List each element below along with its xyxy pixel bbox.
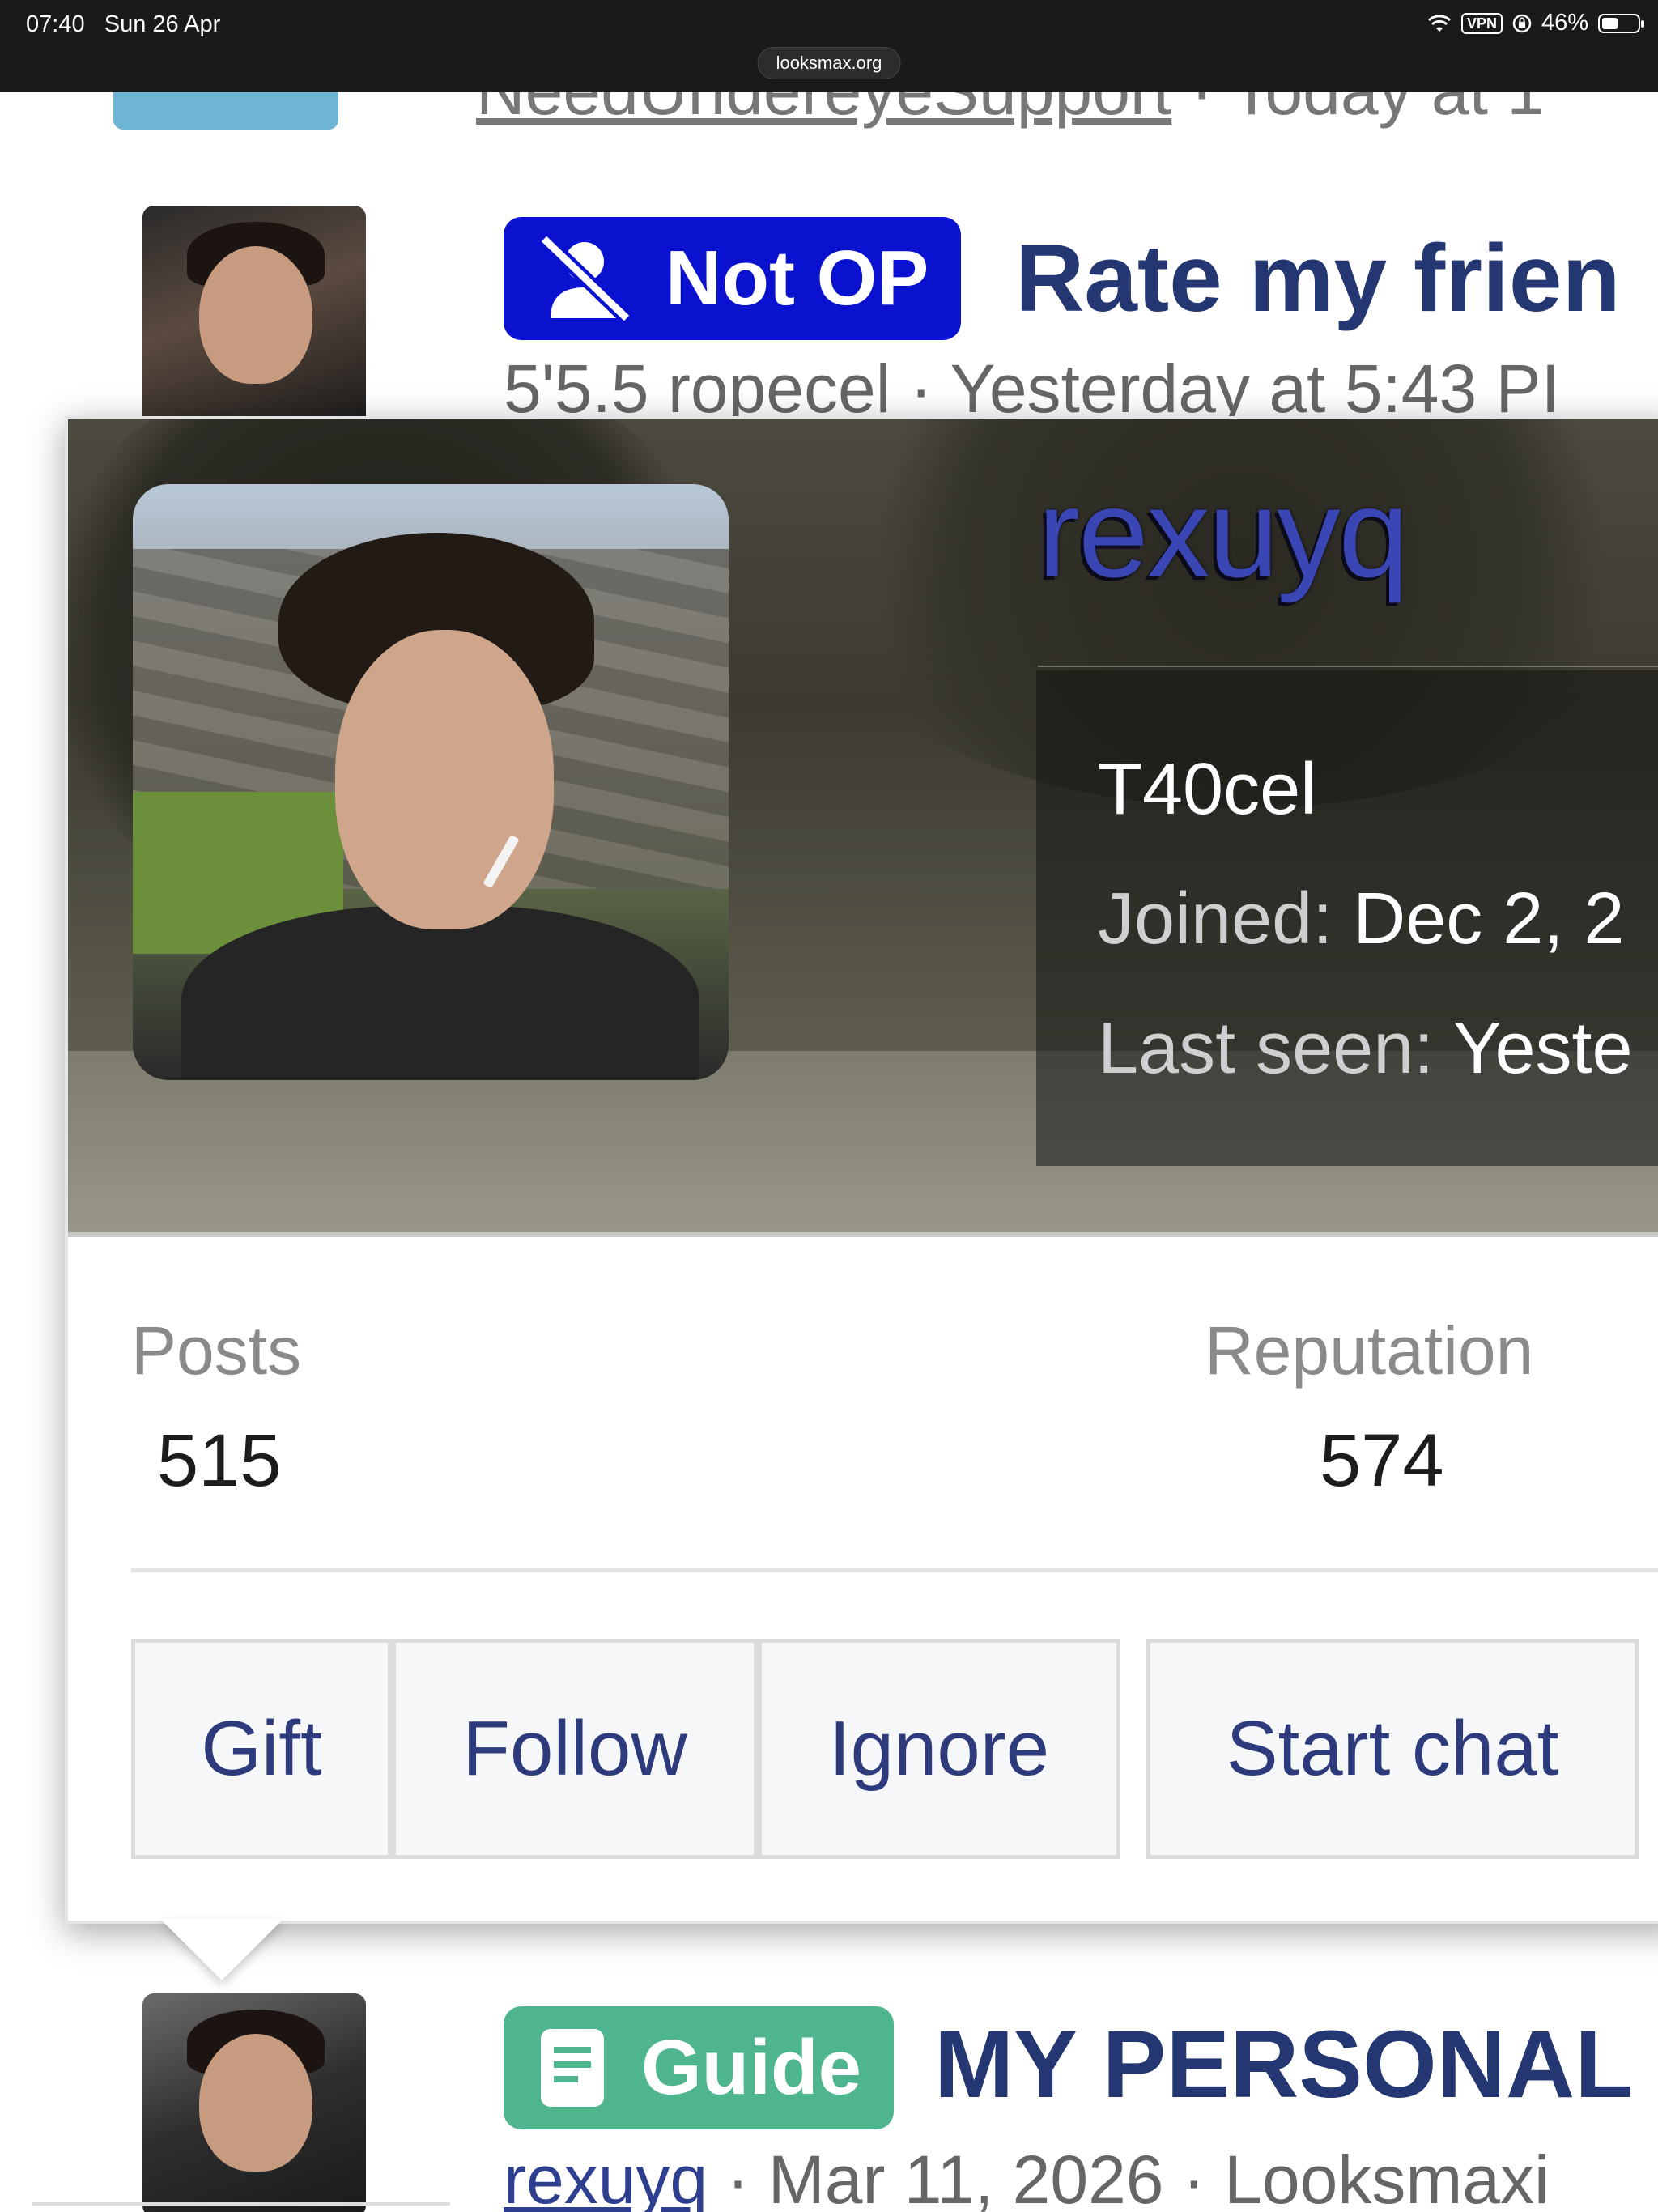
date: Sun 26 Apr bbox=[104, 11, 221, 37]
ignore-button[interactable]: Ignore bbox=[758, 1639, 1120, 1859]
status-indicators: VPN 46% bbox=[1427, 10, 1644, 36]
last-seen-value: Yeste bbox=[1452, 1008, 1633, 1089]
joined-label: Joined: bbox=[1098, 878, 1333, 959]
start-chat-button[interactable]: Start chat bbox=[1146, 1639, 1639, 1859]
battery-icon bbox=[1598, 13, 1644, 33]
wifi-icon bbox=[1427, 14, 1451, 32]
vpn-badge: VPN bbox=[1460, 12, 1503, 34]
prefix-badge-guide[interactable]: Guide bbox=[504, 2006, 895, 2129]
profile-banner bbox=[68, 419, 1658, 1237]
member-avatar[interactable] bbox=[133, 484, 729, 1080]
author-link[interactable]: rexuyq bbox=[504, 2142, 708, 2212]
divider bbox=[131, 1568, 1658, 1572]
status-bar: 07:40 Sun 26 Apr looksmax.org VPN 46% bbox=[0, 0, 1658, 92]
prefix-badge-not-op[interactable]: Not OP bbox=[504, 217, 962, 340]
thread-title[interactable]: Rate my frien bbox=[1015, 223, 1621, 334]
book-icon bbox=[541, 2029, 604, 2107]
reputation-count: 574 bbox=[1320, 1419, 1444, 1502]
user-title: T40cel bbox=[1098, 749, 1317, 830]
prefix-label: Not OP bbox=[665, 235, 929, 321]
member-username[interactable]: rexuyq bbox=[1038, 462, 1409, 606]
orientation-lock-icon bbox=[1512, 14, 1532, 32]
avatar[interactable] bbox=[142, 206, 366, 429]
joined-value: Dec 2, 2 bbox=[1353, 878, 1625, 959]
battery-percent: 46% bbox=[1541, 10, 1588, 36]
url-bar[interactable]: looksmax.org bbox=[757, 47, 901, 79]
last-seen-label: Last seen: bbox=[1098, 1008, 1435, 1089]
last-seen-info: Last seen: Yeste bbox=[1098, 1007, 1633, 1091]
thread-meta: rexuyq · Mar 11, 2026 · Looksmaxi bbox=[504, 2141, 1550, 2212]
avatar[interactable] bbox=[142, 1993, 366, 2212]
gift-button[interactable]: Gift bbox=[131, 1639, 392, 1859]
user-slash-icon bbox=[538, 234, 632, 323]
status-time: 07:40 Sun 26 Apr bbox=[26, 11, 220, 38]
meta-text: · Mar 11, 2026 · Looksmaxi bbox=[708, 2142, 1550, 2212]
prefix-label: Guide bbox=[641, 2024, 862, 2111]
divider bbox=[1038, 666, 1658, 667]
thread-title[interactable]: MY PERSONAL bbox=[934, 2010, 1633, 2120]
clock: 07:40 bbox=[26, 11, 85, 37]
posts-label: Posts bbox=[131, 1312, 302, 1389]
joined-info: Joined: Dec 2, 2 bbox=[1098, 878, 1624, 961]
reputation-label: Reputation bbox=[1205, 1312, 1534, 1389]
follow-button[interactable]: Follow bbox=[392, 1639, 758, 1859]
posts-count[interactable]: 515 bbox=[157, 1419, 282, 1504]
tooltip-arrow bbox=[160, 1919, 283, 1980]
divider bbox=[32, 2202, 450, 2206]
